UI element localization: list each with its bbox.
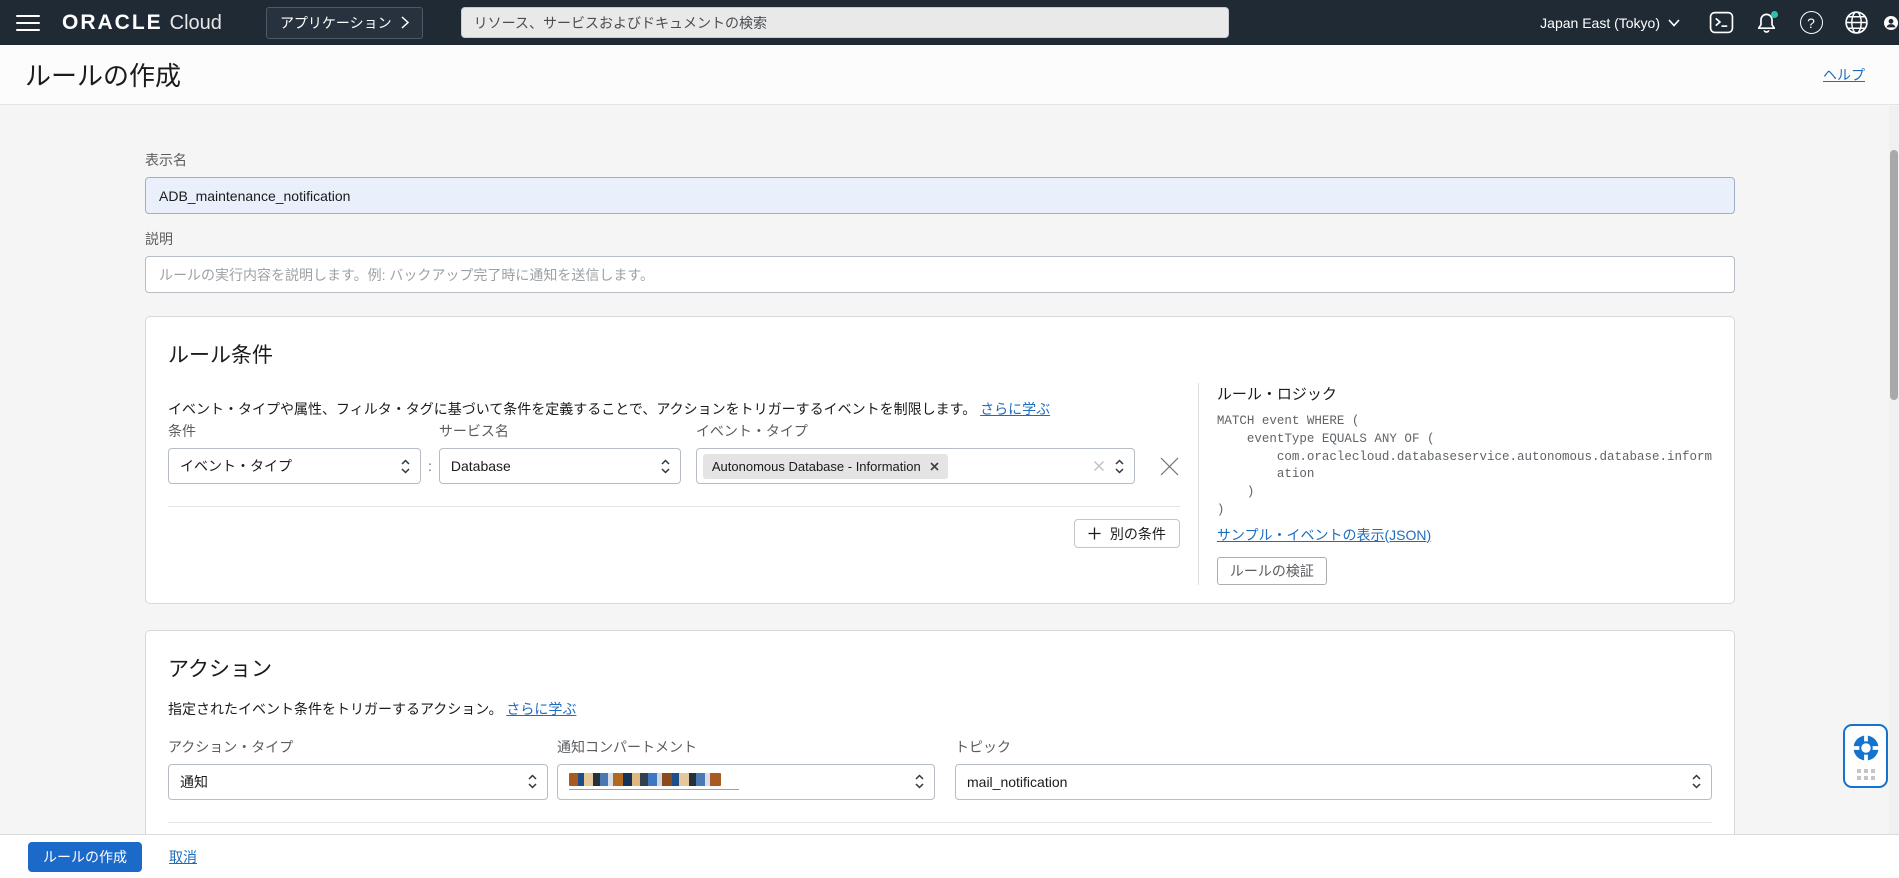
oracle-cloud-logo: ORACLE Cloud xyxy=(62,11,222,35)
actions-title: アクション xyxy=(168,657,272,681)
select-updown-icon xyxy=(661,458,670,474)
notifications-bell-icon[interactable] xyxy=(1752,9,1780,37)
notification-compartment-label: 通知コンパートメント xyxy=(557,738,697,755)
create-rule-button[interactable]: ルールの作成 xyxy=(28,841,142,872)
topbar: ORACLE Cloud アプリケーション Japan East (Tokyo)… xyxy=(0,0,1899,45)
clear-selection-icon[interactable] xyxy=(1093,460,1105,472)
select-updown-icon xyxy=(915,774,924,789)
footer-bar: ルールの作成 取消 xyxy=(0,834,1899,878)
help-link[interactable]: ヘルプ xyxy=(1823,65,1865,85)
select-updown-icon xyxy=(528,774,537,789)
actions-description: 指定されたイベント条件をトリガーするアクション。 さらに学ぶ xyxy=(168,699,1712,719)
region-selector[interactable]: Japan East (Tokyo) xyxy=(1540,15,1680,31)
notification-compartment-select[interactable] xyxy=(557,763,935,800)
notification-dot xyxy=(1771,10,1778,18)
chevron-right-icon xyxy=(401,16,409,29)
rule-conditions-description-text: イベント・タイプや属性、フィルタ・タグに基づいて条件を定義することで、アクション… xyxy=(168,401,977,417)
main-content: 表示名 説明 ルール条件 イベント・タイプや属性、フィルタ・タグに基づいて条件を… xyxy=(0,106,1889,878)
event-type-chip: Autonomous Database - Information xyxy=(702,453,948,479)
service-name-select[interactable]: Database xyxy=(438,448,681,484)
action-type-value: 通知 xyxy=(180,773,208,790)
event-type-label: イベント・タイプ xyxy=(695,423,808,439)
page-title: ルールの作成 xyxy=(25,61,182,91)
scrollbar-thumb[interactable] xyxy=(1890,150,1898,400)
cancel-link[interactable]: 取消 xyxy=(169,847,197,867)
condition-row: 条件 イベント・タイプ : サービス名 Database イベント・タイプ Au… xyxy=(168,421,1180,484)
display-name-input[interactable] xyxy=(145,177,1735,214)
rule-conditions-learn-more-link[interactable]: さらに学ぶ xyxy=(980,401,1050,417)
profile-avatar-icon[interactable] xyxy=(1883,9,1899,37)
hamburger-menu-icon[interactable] xyxy=(10,8,46,38)
actions-divider xyxy=(168,821,1712,823)
vertical-scrollbar xyxy=(1889,106,1899,878)
compartment-redacted-value xyxy=(569,773,739,790)
topic-select[interactable]: mail_notification xyxy=(955,763,1712,800)
display-name-field-group: 表示名 xyxy=(145,150,1735,214)
description-field-group: 説明 xyxy=(145,229,1735,293)
event-type-chip-label: Autonomous Database - Information xyxy=(711,458,921,474)
add-condition-button[interactable]: 別の条件 xyxy=(1073,519,1180,548)
help-glyph: ? xyxy=(1799,11,1823,34)
condition-label: 条件 xyxy=(168,423,196,439)
description-label: 説明 xyxy=(145,231,173,247)
condition-type-select[interactable]: イベント・タイプ xyxy=(168,448,421,484)
close-icon xyxy=(1160,457,1179,476)
widget-drag-dots-icon xyxy=(1856,768,1875,780)
topic-value: mail_notification xyxy=(967,773,1068,790)
actions-description-text: 指定されたイベント条件をトリガーするアクション。 xyxy=(168,700,503,717)
event-type-multiselect[interactable]: Autonomous Database - Information xyxy=(695,448,1135,484)
page-header: ルールの作成 ヘルプ xyxy=(0,45,1899,105)
select-updown-icon xyxy=(1115,458,1124,474)
language-globe-icon[interactable] xyxy=(1842,9,1870,37)
service-name-label: サービス名 xyxy=(438,423,509,439)
action-row: アクション・タイプ 通知 通知コンパートメント トピック mail_notifi… xyxy=(168,737,1712,800)
sample-event-json-link[interactable]: サンプル・イベントの表示(JSON) xyxy=(1217,525,1431,545)
support-help-widget[interactable] xyxy=(1843,724,1888,788)
rule-conditions-left-panel: イベント・タイプや属性、フィルタ・タグに基づいて条件を定義することで、アクション… xyxy=(168,383,1198,585)
topic-label: トピック xyxy=(955,738,1011,755)
rule-logic-code: MATCH event WHERE ( eventType EQUALS ANY… xyxy=(1216,414,1712,517)
life-ring-icon xyxy=(1851,733,1880,762)
region-label: Japan East (Tokyo) xyxy=(1540,14,1660,31)
plus-icon xyxy=(1088,527,1101,540)
chip-remove-icon[interactable] xyxy=(930,461,939,471)
remove-condition-button[interactable] xyxy=(1159,456,1180,477)
conditions-divider xyxy=(168,506,1180,507)
display-name-label: 表示名 xyxy=(145,152,187,168)
cloud-shell-icon[interactable] xyxy=(1707,9,1735,37)
service-name-value: Database xyxy=(450,458,511,474)
search-input[interactable] xyxy=(460,7,1229,38)
actions-learn-more-link[interactable]: さらに学ぶ xyxy=(506,701,576,717)
rule-conditions-title: ルール条件 xyxy=(168,344,273,367)
help-icon[interactable]: ? xyxy=(1797,9,1825,37)
rule-conditions-description: イベント・タイプや属性、フィルタ・タグに基づいて条件を定義することで、アクション… xyxy=(168,399,1180,419)
rule-logic-title: ルール・ロジック xyxy=(1216,386,1337,403)
add-condition-label: 別の条件 xyxy=(1109,525,1166,542)
select-updown-icon xyxy=(1692,774,1701,789)
rule-logic-panel: ルール・ロジック MATCH event WHERE ( eventType E… xyxy=(1197,383,1712,585)
validate-rule-button[interactable]: ルールの検証 xyxy=(1216,556,1327,585)
description-input[interactable] xyxy=(145,256,1735,293)
brand-cloud-text: Cloud xyxy=(169,11,222,34)
chevron-down-icon xyxy=(1668,18,1680,27)
condition-type-value: イベント・タイプ xyxy=(180,458,292,474)
brand-oracle-text: ORACLE xyxy=(62,10,163,34)
topbar-right-group: Japan East (Tokyo) ? xyxy=(1540,9,1899,37)
condition-separator: : xyxy=(428,458,432,474)
select-updown-icon xyxy=(401,458,410,474)
action-type-select[interactable]: 通知 xyxy=(168,763,548,800)
rule-conditions-card: ルール条件 イベント・タイプや属性、フィルタ・タグに基づいて条件を定義することで… xyxy=(145,316,1735,604)
applications-button-label: アプリケーション xyxy=(279,14,392,31)
applications-button[interactable]: アプリケーション xyxy=(265,6,423,39)
action-type-label: アクション・タイプ xyxy=(168,738,294,755)
